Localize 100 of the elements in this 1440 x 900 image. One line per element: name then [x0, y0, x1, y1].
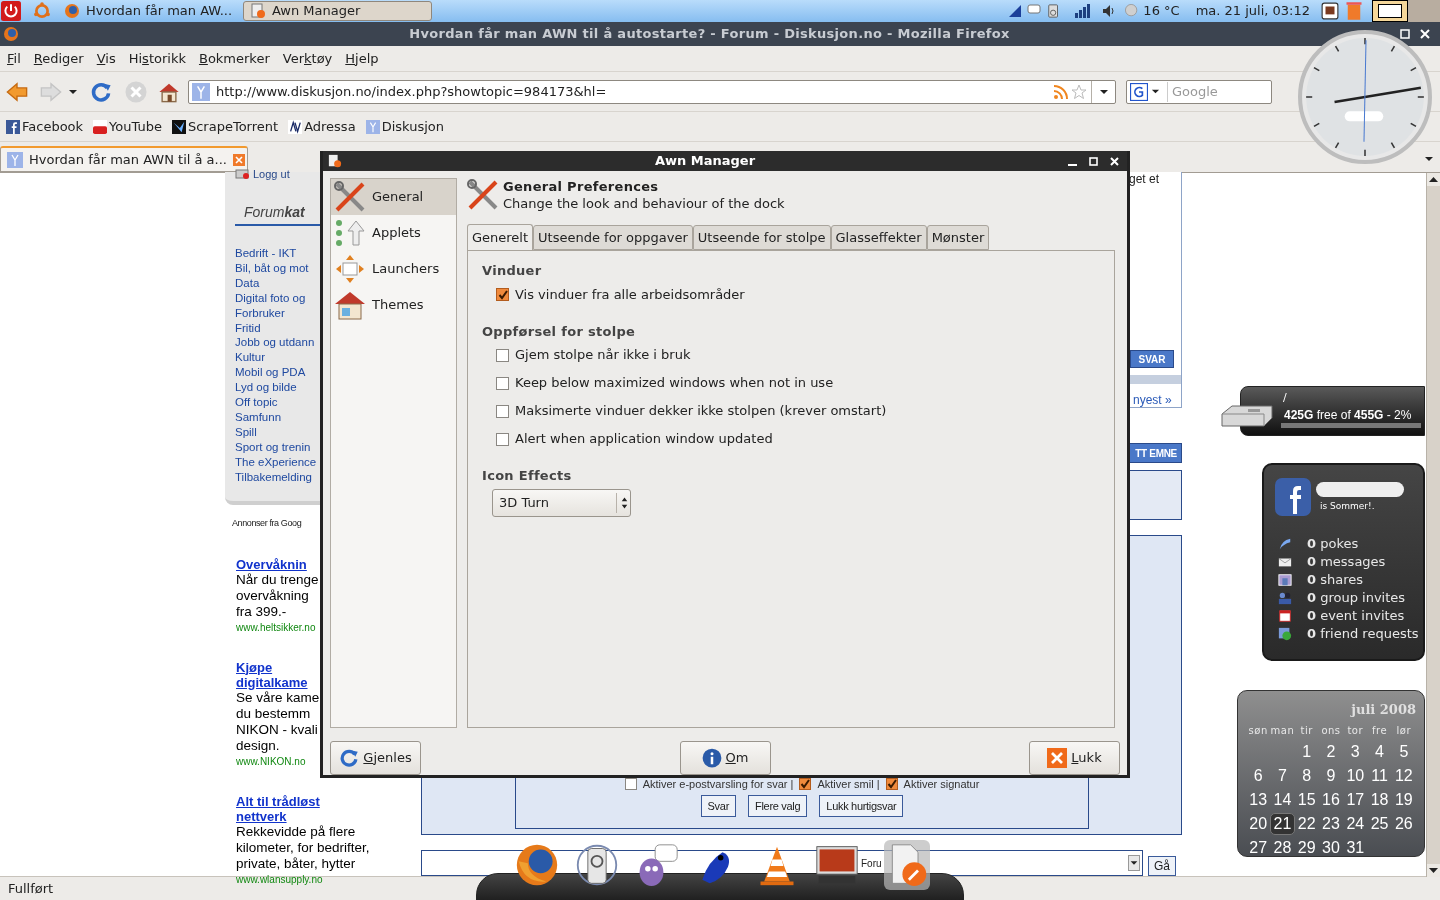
search-field[interactable]: Google	[1126, 79, 1272, 104]
weather-temperature[interactable]: 16 °C	[1143, 1, 1180, 21]
ad-title-link[interactable]: Kjøpe digitalkame	[236, 659, 308, 690]
dialog-button[interactable]: Gjenles	[330, 741, 421, 775]
calendar-day[interactable]: 22	[1294, 812, 1319, 835]
address-bar[interactable]: http://www.diskusjon.no/index.php?showtopic=984173&hl=	[188, 79, 1116, 104]
category-item[interactable]: General	[331, 179, 456, 215]
category-link[interactable]: Data	[235, 275, 323, 291]
calendar-day[interactable]: 8	[1294, 764, 1319, 787]
category-link[interactable]: Tilbakemelding	[235, 469, 323, 485]
category-item[interactable]: Themes	[331, 287, 456, 323]
search-input[interactable]: Google	[1167, 81, 1267, 102]
checkbox[interactable]	[496, 288, 509, 301]
calendar-day[interactable]: 7	[1270, 764, 1295, 787]
category-link[interactable]: Off topic	[235, 395, 323, 410]
go-button[interactable]: Gå	[1148, 856, 1176, 876]
back-arrow-icon[interactable]	[6, 80, 28, 103]
calendar-day[interactable]: 24	[1343, 812, 1368, 835]
calendar-day[interactable]: 6	[1246, 764, 1271, 787]
tab[interactable]: Mønster	[926, 225, 990, 250]
checkbox[interactable]	[496, 348, 509, 362]
calendar-day[interactable]: 28	[1270, 836, 1295, 859]
calendar-day[interactable]: 18	[1367, 788, 1392, 811]
tab[interactable]: Glasseffekter	[830, 225, 927, 250]
checkbox[interactable]	[885, 778, 898, 790]
bookmark-link[interactable]: Facebook	[6, 116, 84, 137]
checkbox[interactable]	[496, 376, 509, 390]
dialog-button[interactable]: Om	[679, 741, 771, 775]
checkbox[interactable]	[624, 778, 637, 790]
tab[interactable]: Utseende for oppgaver	[533, 225, 693, 250]
calendar-day[interactable]: 17	[1343, 788, 1368, 811]
menu-item[interactable]: Historikk	[123, 47, 191, 70]
tab[interactable]: Generelt	[467, 224, 534, 250]
close-icon[interactable]	[1110, 156, 1119, 166]
category-link[interactable]: Bil, båt og mot	[235, 260, 323, 276]
network-icon[interactable]	[1007, 3, 1024, 19]
taskbar-button[interactable]: Hvordan får man AW...	[57, 1, 237, 21]
calendar-day[interactable]: 29	[1294, 836, 1319, 859]
workspace-switcher[interactable]	[1372, 0, 1440, 22]
calendar-day[interactable]: 15	[1294, 788, 1319, 811]
maximize-icon[interactable]	[1089, 156, 1098, 166]
category-link[interactable]: Sport og trenin	[235, 439, 323, 455]
menu-item[interactable]: Verktøy	[277, 47, 338, 70]
bookmark-link[interactable]: Adressa	[288, 116, 356, 137]
logout-link[interactable]: Logg ut	[253, 165, 290, 183]
calendar-day[interactable]: 31	[1343, 836, 1368, 859]
calendar-day[interactable]: 1	[1294, 740, 1319, 763]
calendar-day[interactable]: 11	[1367, 764, 1392, 787]
calendar-day[interactable]: 26	[1391, 812, 1416, 835]
form-button[interactable]: Svar	[700, 795, 736, 817]
bookmark-link[interactable]: ScrapeTorrent	[171, 116, 279, 137]
category-item[interactable]: Applets	[331, 215, 456, 251]
effect-dropdown[interactable]: 3D Turn	[492, 488, 631, 517]
checkbox[interactable]	[496, 432, 509, 446]
calendar-day[interactable]: 23	[1318, 812, 1344, 835]
checkbox[interactable]	[496, 404, 509, 418]
calendar-day[interactable]: 27	[1246, 836, 1271, 859]
calendar-day[interactable]: 25	[1367, 812, 1392, 835]
category-link[interactable]: Fritid	[235, 320, 323, 336]
signal-bars-icon[interactable]	[1073, 3, 1092, 19]
menu-item[interactable]: Vis	[91, 47, 121, 70]
category-link[interactable]: Bedrift - IKT	[235, 246, 323, 261]
calendar-day[interactable]: 2	[1318, 740, 1344, 763]
power-icon[interactable]	[1, 1, 21, 21]
panel-clock[interactable]: ma. 21 juli, 03:12	[1195, 1, 1310, 21]
menu-item[interactable]: Hjelp	[340, 47, 384, 70]
logout-icon[interactable]	[235, 169, 249, 179]
category-item[interactable]: Launchers	[331, 251, 456, 287]
calendar-day[interactable]: 21	[1270, 812, 1295, 835]
category-link[interactable]: Spill	[235, 424, 323, 440]
calendar-day[interactable]: 19	[1391, 788, 1416, 811]
calendar-day[interactable]: 10	[1343, 764, 1368, 787]
checkbox[interactable]	[799, 778, 812, 790]
calendar-day[interactable]: 5	[1391, 740, 1416, 763]
category-link[interactable]: Samfunn	[235, 409, 323, 425]
screen-icon[interactable]	[1320, 2, 1340, 20]
calendar-day[interactable]: 16	[1318, 788, 1344, 811]
close-icon[interactable]	[1420, 29, 1430, 39]
calendar-day[interactable]: 30	[1318, 836, 1344, 859]
ad-title-link[interactable]: Alt til trådløst nettverk	[236, 793, 320, 824]
category-link[interactable]: Kultur	[235, 350, 323, 366]
caret-icon[interactable]	[1424, 154, 1434, 164]
menu-item[interactable]: Fil	[2, 47, 26, 70]
dialog-button[interactable]: Lukk	[1029, 741, 1120, 775]
bookmark-link[interactable]: YouTube	[93, 116, 162, 137]
star-icon[interactable]	[1071, 83, 1087, 100]
calendar-day[interactable]: 3	[1343, 740, 1368, 763]
scrollbar[interactable]	[1426, 173, 1440, 877]
calendar-day[interactable]: 20	[1246, 812, 1271, 835]
category-link[interactable]: The eXperience	[235, 454, 323, 470]
calendar-day[interactable]: 4	[1367, 740, 1392, 763]
category-link[interactable]: Forbruker	[235, 305, 323, 321]
taskbar-button[interactable]: Awn Manager	[243, 1, 432, 21]
category-link[interactable]: Jobb og utdann	[235, 335, 323, 351]
rss-feed-icon[interactable]	[1053, 83, 1069, 100]
form-button[interactable]: Flere valg	[748, 795, 808, 817]
maximize-icon[interactable]	[1400, 29, 1410, 39]
category-link[interactable]: Mobil og PDA	[235, 365, 323, 381]
ad-title-link[interactable]: Overvåknin	[236, 556, 307, 572]
calendar-day[interactable]: 12	[1391, 764, 1416, 787]
